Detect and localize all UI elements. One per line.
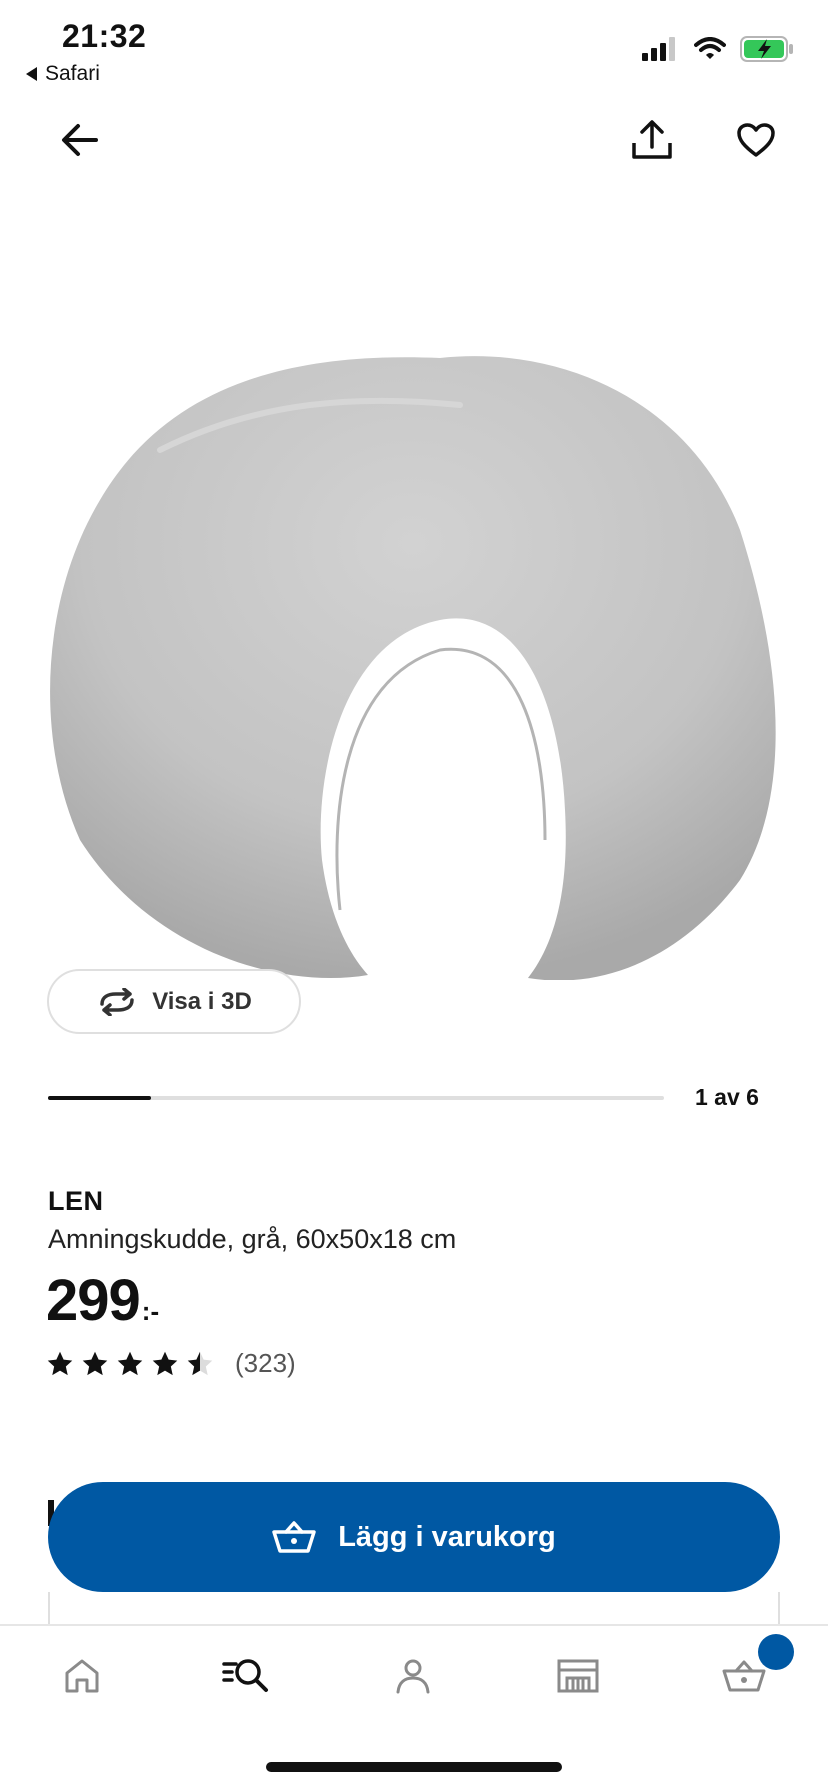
review-count: (323): [235, 1348, 296, 1378]
nav-search[interactable]: [206, 1648, 286, 1704]
heart-icon: [737, 123, 775, 157]
star-full-icon: [117, 1351, 143, 1375]
product-image[interactable]: [40, 340, 792, 980]
home-icon: [65, 1659, 99, 1693]
home-indicator[interactable]: [266, 1762, 562, 1772]
cart-badge: [758, 1634, 794, 1670]
cellular-signal-icon: [642, 37, 675, 61]
status-bar: 21:32 Safari: [0, 0, 828, 96]
product-description: Amningskudde, grå, 60x50x18 cm: [48, 1224, 457, 1254]
product-rating[interactable]: (323): [46, 1348, 296, 1379]
back-to-safari-link[interactable]: Safari: [26, 62, 100, 86]
nav-stores[interactable]: [538, 1648, 618, 1704]
share-button[interactable]: [620, 108, 684, 172]
star-full-icon: [82, 1351, 108, 1375]
gallery-page-counter: 1 av 6: [695, 1084, 759, 1110]
back-triangle-icon: [26, 67, 37, 81]
status-time: 21:32: [62, 18, 147, 54]
add-to-cart-label: Lägg i varukorg: [338, 1520, 556, 1553]
star-full-icon: [152, 1351, 178, 1375]
battery-charging-icon: [740, 36, 793, 62]
star-full-icon: [47, 1351, 73, 1375]
star-half-icon: [187, 1351, 213, 1375]
product-price: 299 :-: [46, 1268, 159, 1334]
favorite-button[interactable]: [724, 108, 788, 172]
price-suffix: :-: [141, 1296, 160, 1326]
search-list-icon: [222, 1659, 268, 1692]
wifi-icon: [694, 37, 726, 59]
price-value: 299: [46, 1268, 141, 1333]
arrow-left-icon: [62, 124, 98, 156]
back-button[interactable]: [48, 108, 112, 172]
back-app-label: Safari: [45, 62, 100, 85]
nav-profile[interactable]: [373, 1648, 453, 1704]
profile-icon: [396, 1659, 430, 1694]
rating-stars: [46, 1350, 214, 1378]
product-brand: LEN: [48, 1186, 104, 1216]
product-top-bar: [0, 100, 828, 180]
gallery-progress-fill: [48, 1096, 151, 1100]
nav-home[interactable]: [42, 1648, 122, 1704]
rotate-3d-icon: [100, 987, 134, 1016]
basket-icon: [272, 1521, 316, 1553]
view-3d-label: Visa i 3D: [152, 987, 252, 1015]
cart-icon: [722, 1660, 766, 1692]
system-icons: [642, 36, 794, 62]
share-icon: [632, 120, 672, 159]
view-3d-button[interactable]: Visa i 3D: [47, 969, 301, 1034]
add-to-cart-button[interactable]: Lägg i varukorg: [48, 1482, 780, 1592]
store-icon: [557, 1659, 599, 1693]
gallery-progress-track[interactable]: [48, 1096, 664, 1100]
